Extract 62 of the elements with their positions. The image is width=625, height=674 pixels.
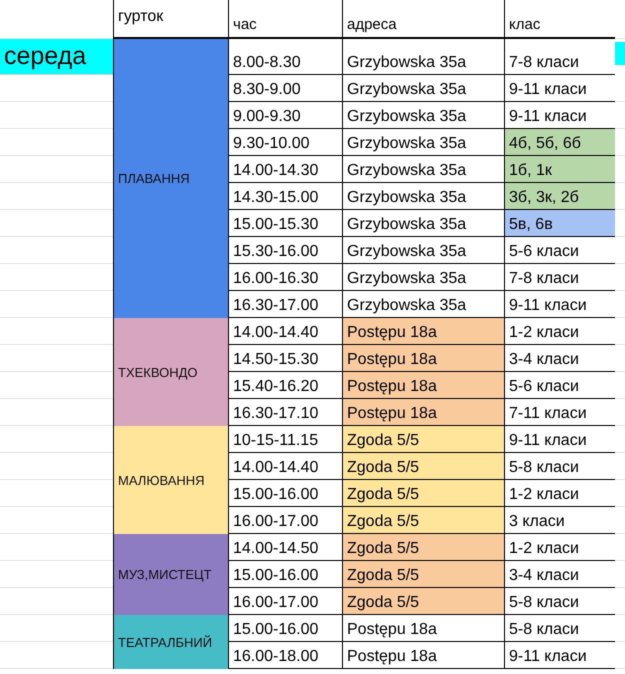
address-cell: Grzybowska 35a: [342, 264, 504, 291]
address-cell: Zgoda 5/5: [342, 507, 504, 534]
column-header: клас: [504, 0, 615, 39]
class-cell: 3 класи: [504, 507, 615, 534]
class-cell: 7-8 класи: [504, 39, 615, 75]
class-cell: 7-11 класи: [504, 399, 615, 426]
time-cell: 15.30-16.00: [228, 237, 342, 264]
time-cell: 15.00-16.00: [228, 615, 342, 642]
address-cell: Postępu 18a: [342, 642, 504, 669]
activity-name: МУЗ,МИСТЕЦТ: [113, 534, 228, 615]
time-cell: 16.00-16.30: [228, 264, 342, 291]
address-cell: Grzybowska 35a: [342, 102, 504, 129]
day-label: середа: [0, 39, 113, 75]
class-cell: 5-8 класи: [504, 615, 615, 642]
class-cell: 5-6 класи: [504, 372, 615, 399]
class-cell: 3-4 класи: [504, 345, 615, 372]
class-cell: 4б, 5б, 6б: [504, 129, 615, 156]
address-cell: Zgoda 5/5: [342, 453, 504, 480]
address-cell: Postępu 18a: [342, 318, 504, 345]
time-cell: 8.30-9.00: [228, 75, 342, 102]
class-cell: 5-6 класи: [504, 237, 615, 264]
address-cell: Zgoda 5/5: [342, 588, 504, 615]
time-cell: 8.00-8.30: [228, 39, 342, 75]
activity-name: МАЛЮВАННЯ: [113, 426, 228, 534]
column-header: час: [228, 0, 342, 39]
address-cell: Postępu 18a: [342, 345, 504, 372]
address-cell: Postępu 18a: [342, 615, 504, 642]
class-cell: 5-8 класи: [504, 588, 615, 615]
class-cell: 1-2 класи: [504, 534, 615, 561]
address-cell: Postępu 18a: [342, 372, 504, 399]
class-cell: 9-11 класи: [504, 75, 615, 102]
time-cell: 14.00-14.30: [228, 156, 342, 183]
class-cell: 1-2 класи: [504, 480, 615, 507]
class-cell: 7-8 класи: [504, 264, 615, 291]
class-cell: 5-8 класи: [504, 453, 615, 480]
class-cell: 1б, 1к: [504, 156, 615, 183]
address-cell: Zgoda 5/5: [342, 561, 504, 588]
time-cell: 15.00-15.30: [228, 210, 342, 237]
address-cell: Grzybowska 35a: [342, 75, 504, 102]
address-cell: Grzybowska 35a: [342, 237, 504, 264]
time-cell: 14.30-15.00: [228, 183, 342, 210]
highlighted-cell: [615, 42, 625, 65]
class-cell: 1-2 класи: [504, 318, 615, 345]
class-cell: 9-11 класи: [504, 291, 615, 318]
address-cell: Grzybowska 35a: [342, 39, 504, 75]
address-cell: Zgoda 5/5: [342, 426, 504, 453]
activity-name: ПЛАВАННЯ: [113, 39, 228, 318]
class-cell: 9-11 класи: [504, 426, 615, 453]
time-cell: 9.00-9.30: [228, 102, 342, 129]
class-cell: 9-11 класи: [504, 642, 615, 669]
address-cell: Zgoda 5/5: [342, 534, 504, 561]
time-cell: 16.00-18.00: [228, 642, 342, 669]
address-cell: Postępu 18a: [342, 399, 504, 426]
class-cell: 3-4 класи: [504, 561, 615, 588]
time-cell: 16.30-17.00: [228, 291, 342, 318]
address-cell: Zgoda 5/5: [342, 480, 504, 507]
activity-name: ТХЕКВОНДО: [113, 318, 228, 426]
time-cell: 9.30-10.00: [228, 129, 342, 156]
class-cell: 5в, 6в: [504, 210, 615, 237]
class-cell: 3б, 3к, 2б: [504, 183, 615, 210]
column-header: адреса: [342, 0, 504, 39]
activity-name: ТЕАТРАЛБНИЙ: [113, 615, 228, 669]
